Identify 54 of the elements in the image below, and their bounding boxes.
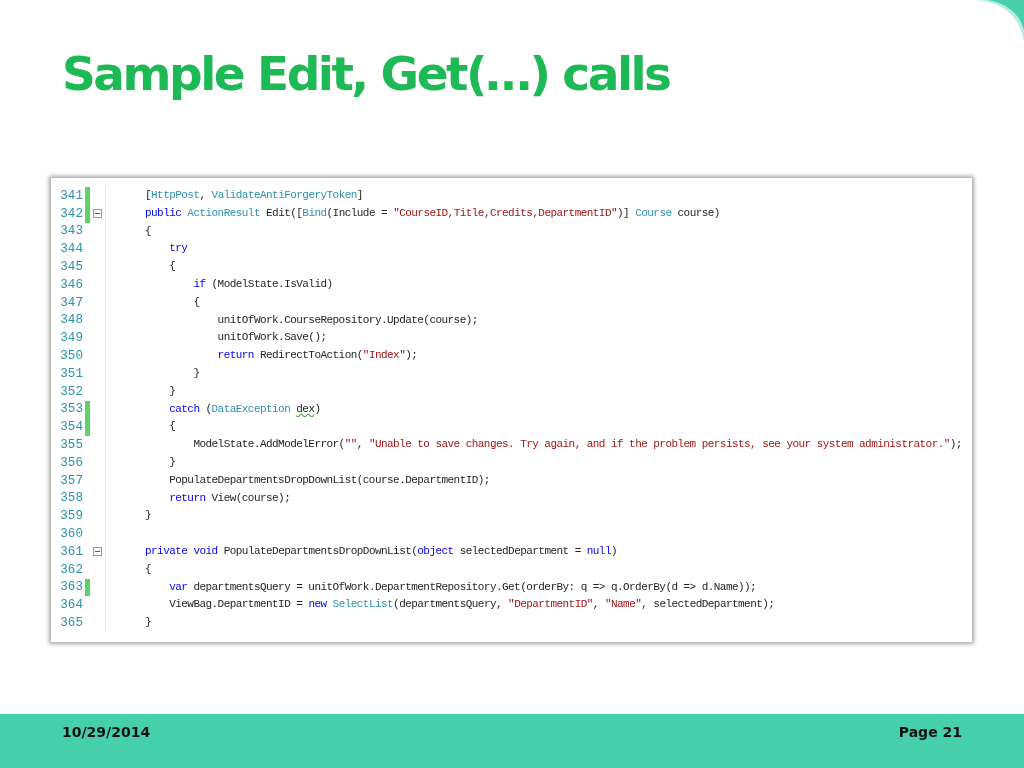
code-line: return View(course); (169, 490, 291, 506)
line-number: 353 (59, 402, 83, 417)
code-line: } (169, 454, 176, 470)
line-number: 344 (59, 242, 83, 257)
line-number: 360 (59, 527, 83, 542)
line-number: 361 (59, 544, 83, 559)
line-number: 345 (59, 260, 83, 275)
line-number: 349 (59, 331, 83, 346)
line-number: 352 (59, 384, 83, 399)
line-number: 341 (59, 188, 83, 203)
line-number: 343 (59, 224, 83, 239)
code-line: } (193, 365, 200, 381)
collapse-icon[interactable] (93, 209, 102, 219)
code-line: unitOfWork.CourseRepository.Update(course); (217, 312, 478, 328)
code-line: unitOfWork.Save(); (217, 330, 327, 346)
page-number: Page 21 (898, 724, 962, 740)
line-number: 350 (59, 349, 83, 364)
code-line: ModelState.AddModelError("", "Unable to save changes. Try again, and if the problem persists, see your system administrator."); (193, 437, 962, 453)
code-line: return RedirectToAction("Index"); (217, 348, 418, 364)
line-number: 365 (59, 616, 83, 630)
code-line: [HttpPost, ValidateAntiForgeryToken] (145, 188, 363, 203)
code-line: { (145, 561, 152, 577)
code-line: catch (DataException dex) (169, 401, 321, 417)
code-line: } (145, 615, 152, 631)
code-line: PopulateDepartmentsDropDownList(course.DepartmentID); (169, 472, 490, 488)
line-number: 342 (59, 206, 83, 221)
line-number: 354 (59, 420, 83, 435)
code-line: { (169, 419, 176, 435)
line-number: 357 (59, 473, 83, 488)
code-line: } (145, 508, 152, 524)
code-line: private void PopulateDepartmentsDropDownList(object selectedDepartment = null) (145, 543, 618, 559)
line-number: 358 (59, 491, 83, 506)
line-number: 355 (59, 438, 83, 453)
line-number: 346 (59, 277, 83, 292)
line-number: 363 (59, 580, 83, 595)
slide-title: Sample Edit, Get(…) calls (62, 46, 670, 101)
line-number: 348 (59, 313, 83, 328)
code-line: { (169, 259, 176, 275)
code-line: var departmentsQuery = unitOfWork.DepartmentRepository.Get(orderBy: q => q.OrderBy(d => d.Name)); (169, 579, 757, 595)
code-line: ViewBag.DepartmentID = new SelectList(departmentsQuery, "DepartmentID", "Name", selectedDepartment); (169, 597, 775, 613)
code-line: { (145, 223, 152, 239)
slide-date: 10/29/2014 (62, 724, 151, 740)
code-line: public ActionResult Edit([Bind(Include = "CourseID,Title,Credits,DepartmentID")] Course course) (145, 205, 720, 221)
line-number: 356 (59, 455, 83, 470)
code-line: if (ModelState.IsValid) (193, 277, 333, 292)
line-number: 351 (59, 366, 83, 381)
line-number: 347 (59, 295, 83, 310)
line-number: 362 (59, 562, 83, 577)
line-number: 359 (59, 509, 83, 524)
collapse-icon[interactable] (93, 547, 102, 557)
code-line: } (169, 383, 176, 399)
code-line: { (193, 294, 200, 310)
code-line: try (169, 241, 188, 257)
line-number: 364 (59, 598, 83, 613)
